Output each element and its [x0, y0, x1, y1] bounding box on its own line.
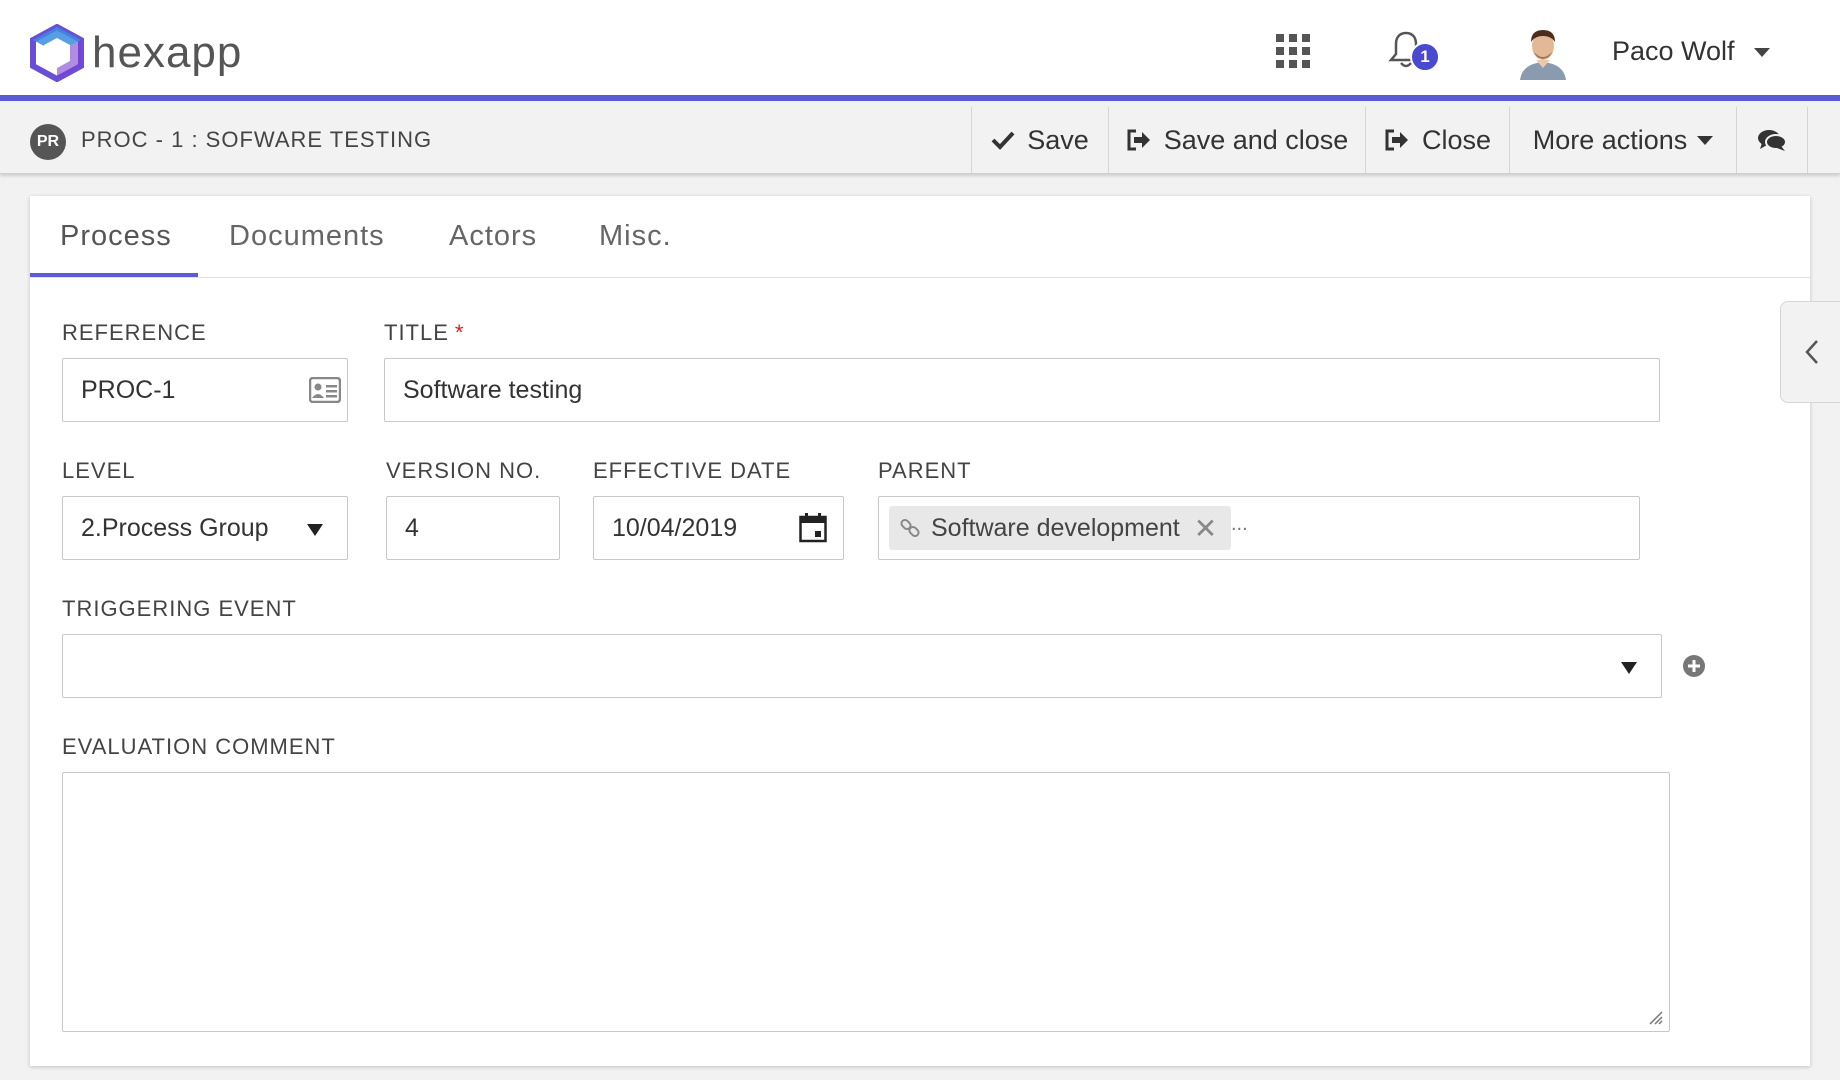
dropdown-caret-icon: [307, 524, 323, 536]
chevron-left-icon: [1804, 340, 1818, 364]
sign-out-icon: [1127, 129, 1150, 151]
reference-label: REFERENCE: [62, 320, 207, 345]
version-input[interactable]: 4: [386, 496, 560, 560]
top-navbar: hexapp 1 Paco Wolf: [0, 0, 1840, 101]
close-button[interactable]: Close: [1365, 107, 1509, 173]
tab-documents[interactable]: Documents: [229, 220, 385, 253]
parent-tag-label: Software development: [931, 513, 1180, 542]
hexagon-logo-icon: [30, 24, 84, 82]
resize-handle-icon[interactable]: [1649, 1011, 1663, 1025]
dropdown-caret-icon: [1621, 662, 1637, 674]
side-panel-toggle[interactable]: [1780, 301, 1840, 403]
effective-date-input[interactable]: 10/04/2019: [593, 496, 844, 560]
version-label: VERSION NO.: [386, 458, 542, 483]
parent-more[interactable]: ...: [1231, 513, 1248, 536]
triggering-event-select[interactable]: [62, 634, 1662, 698]
effective-date-value: 10/04/2019: [612, 513, 738, 542]
version-value: 4: [405, 513, 419, 542]
logo-text: hexapp: [92, 28, 243, 77]
process-form-card: Process Documents Actors Misc. REFERENCE…: [30, 196, 1810, 1066]
close-button-label: Close: [1421, 124, 1492, 155]
id-card-icon[interactable]: [309, 377, 341, 403]
save-button[interactable]: Save: [971, 107, 1108, 173]
tab-misc[interactable]: Misc.: [599, 220, 672, 253]
evaluation-comment-label: EVALUATION COMMENT: [62, 734, 336, 759]
title-value: Software testing: [403, 375, 583, 404]
tab-process[interactable]: Process: [60, 220, 172, 253]
more-actions-label: More actions: [1532, 124, 1688, 155]
evaluation-comment-textarea[interactable]: [62, 772, 1670, 1032]
title-label-text: TITLE: [384, 320, 449, 345]
parent-field[interactable]: Software development ✕ ...: [878, 496, 1640, 560]
more-actions-button[interactable]: More actions: [1509, 107, 1736, 173]
app-logo[interactable]: hexapp: [30, 24, 242, 82]
notifications-button[interactable]: 1: [1388, 30, 1440, 74]
required-asterisk: *: [454, 320, 465, 345]
add-circle-icon[interactable]: [1682, 654, 1706, 678]
effective-date-label: EFFECTIVE DATE: [593, 458, 792, 483]
reference-value: PROC-1: [81, 375, 176, 404]
parent-label: PARENT: [878, 458, 972, 483]
record-type-badge: PR: [30, 124, 66, 160]
title-label: TITLE *: [384, 320, 464, 346]
check-icon: [991, 131, 1015, 150]
comments-icon: [1758, 130, 1787, 151]
title-input[interactable]: Software testing: [384, 358, 1660, 422]
user-name[interactable]: Paco Wolf: [1612, 36, 1735, 67]
comments-button[interactable]: [1736, 107, 1808, 173]
tab-actors[interactable]: Actors: [449, 220, 537, 253]
chevron-down-icon: [1697, 135, 1714, 145]
triggering-event-label: TRIGGERING EVENT: [62, 596, 297, 621]
save-and-close-label: Save and close: [1163, 124, 1349, 155]
apps-grid-icon[interactable]: [1275, 33, 1311, 69]
user-menu-caret-icon[interactable]: [1754, 48, 1770, 57]
save-button-label: Save: [1027, 124, 1089, 155]
level-label: LEVEL: [62, 458, 136, 483]
avatar[interactable]: [1516, 24, 1570, 80]
level-select[interactable]: 2.Process Group: [62, 496, 348, 560]
remove-tag-icon[interactable]: ✕: [1194, 512, 1217, 545]
active-tab-indicator: [30, 273, 198, 277]
record-toolbar: PR PROC - 1 : SOFWARE TESTING Save Save …: [0, 107, 1840, 174]
calendar-icon[interactable]: [799, 513, 827, 543]
reference-field[interactable]: PROC-1: [62, 358, 348, 422]
tab-bar: Process Documents Actors Misc.: [30, 196, 1810, 278]
link-icon: [900, 518, 920, 538]
level-value: 2.Process Group: [81, 513, 269, 542]
sign-out-icon: [1385, 129, 1408, 151]
notification-count-badge: 1: [1410, 42, 1440, 72]
parent-tag: Software development ✕: [889, 506, 1232, 550]
record-title: PROC - 1 : SOFWARE TESTING: [81, 127, 433, 152]
save-and-close-button[interactable]: Save and close: [1108, 107, 1365, 173]
